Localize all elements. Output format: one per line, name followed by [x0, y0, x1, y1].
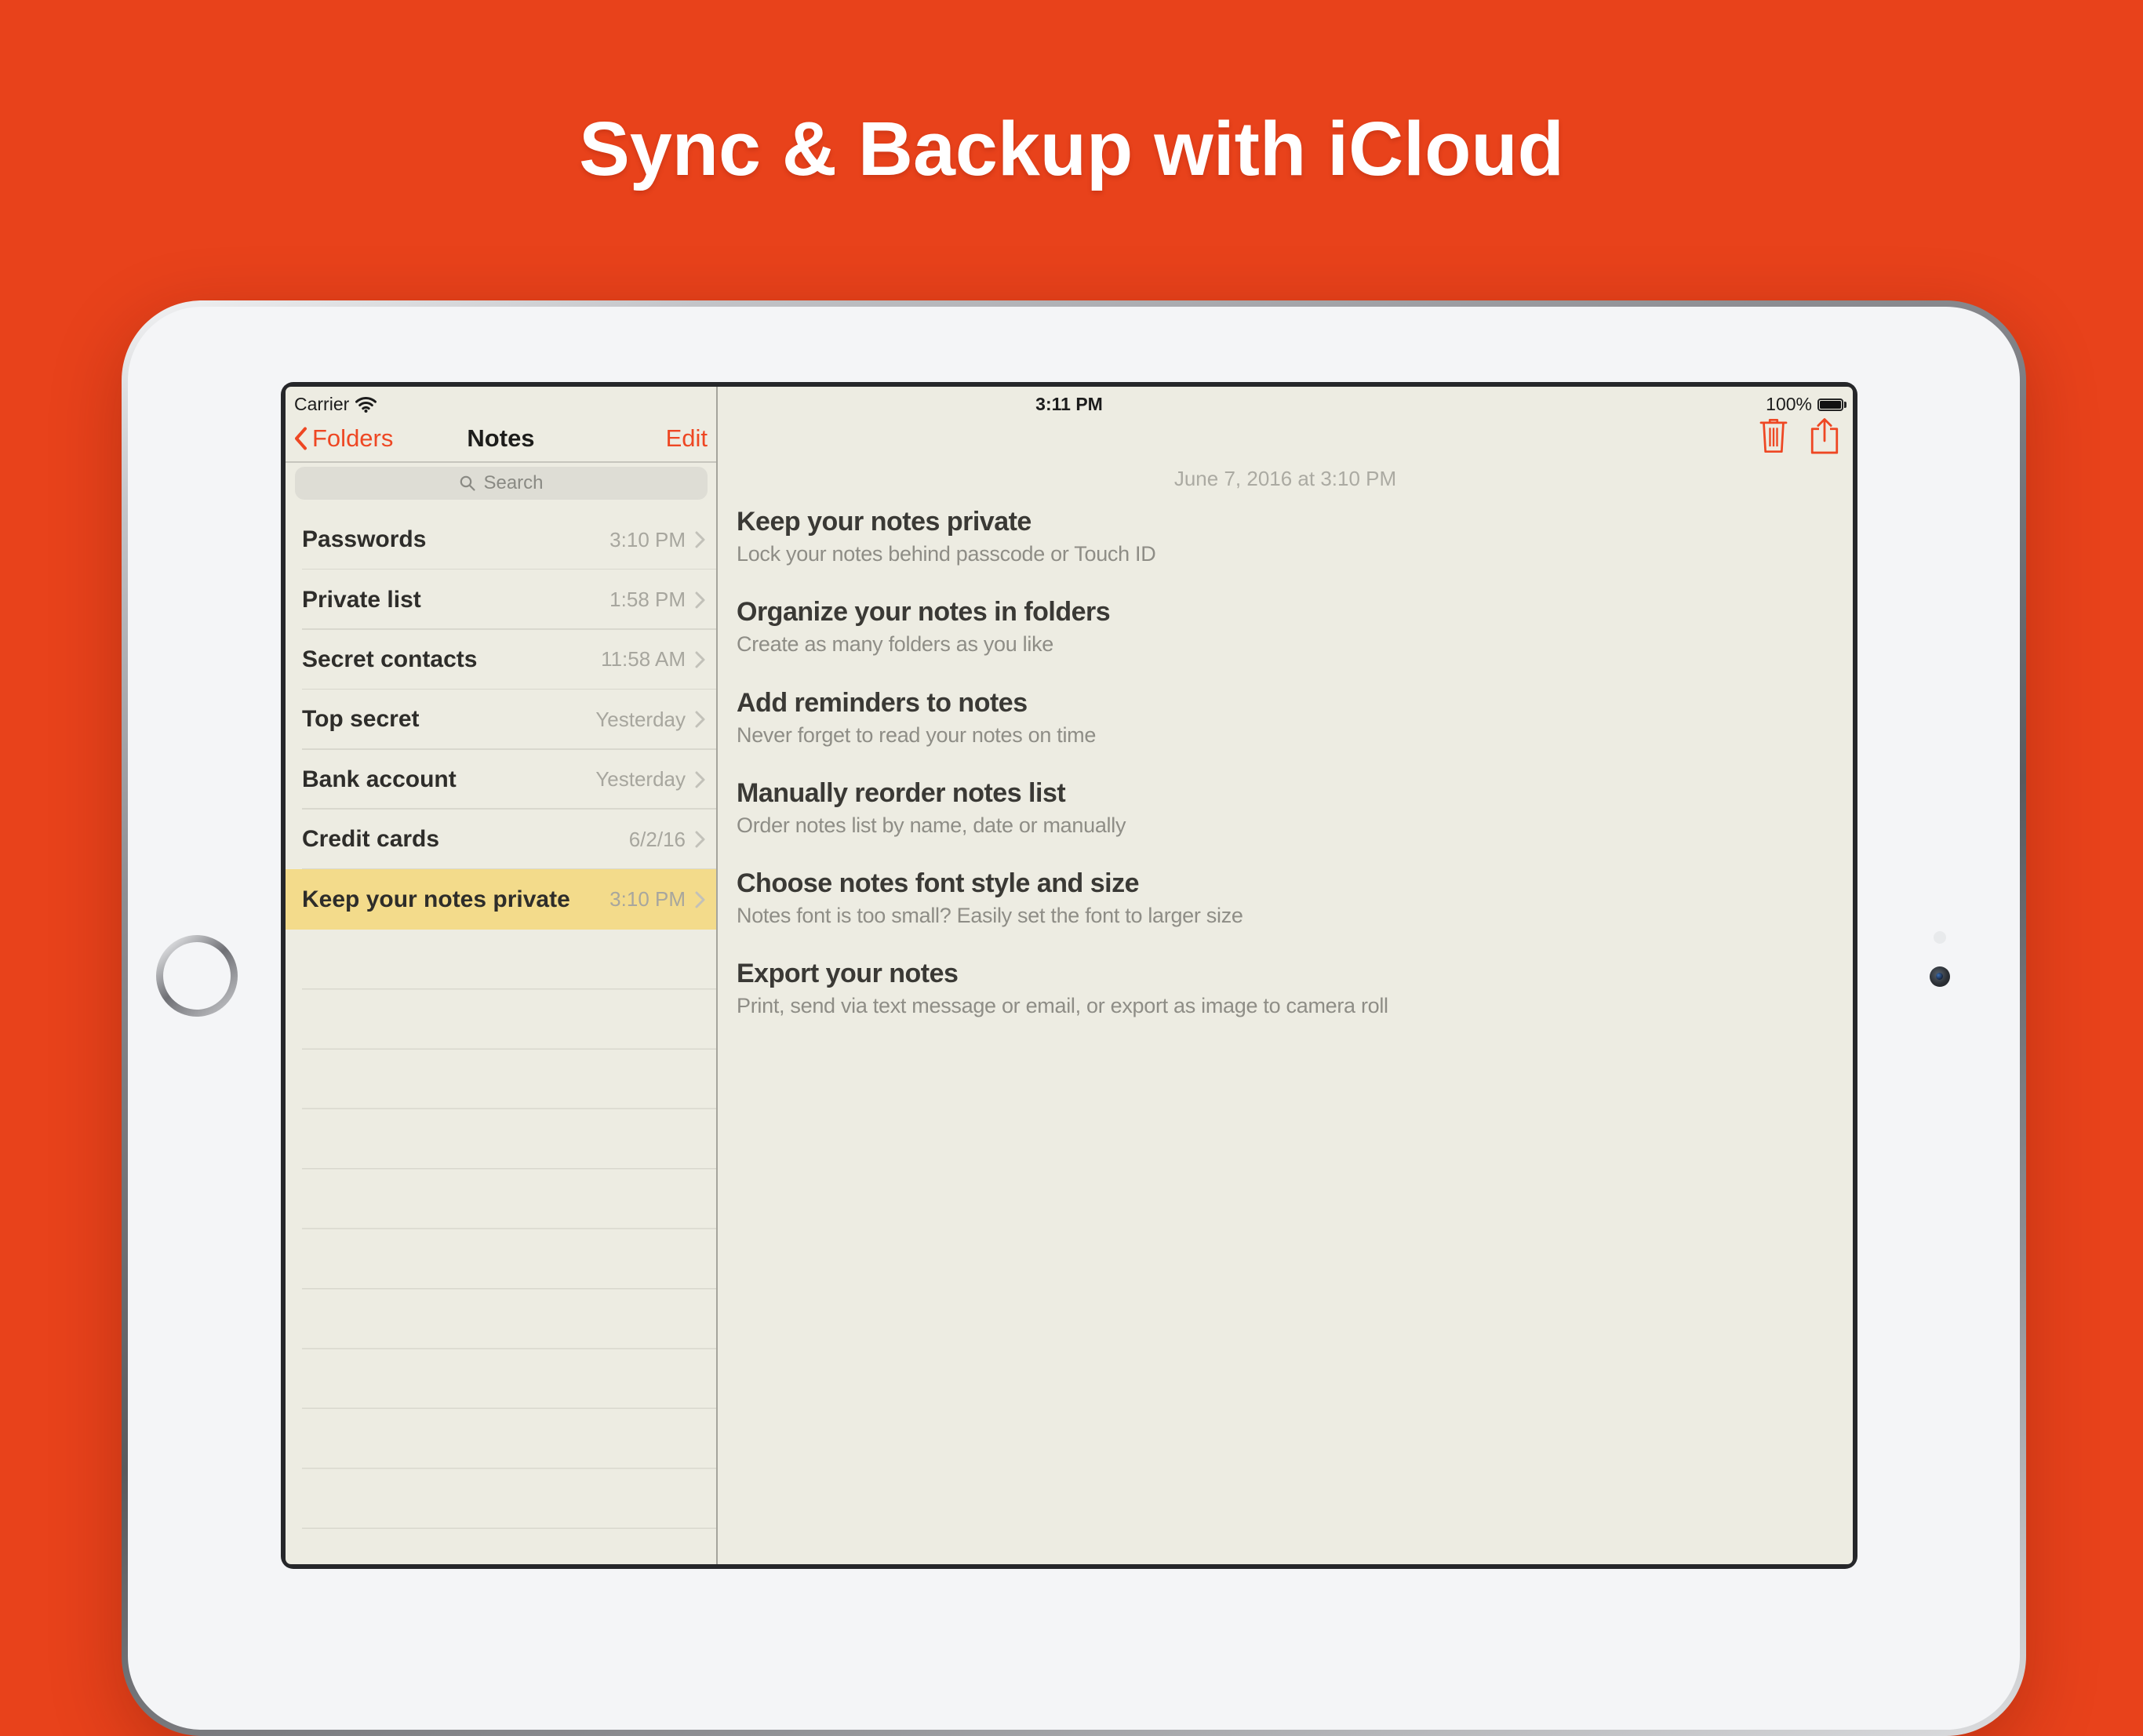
- edit-button[interactable]: Edit: [666, 415, 708, 461]
- note-section: Manually reorder notes list Order notes …: [737, 776, 1829, 866]
- chevron-right-icon: [695, 591, 705, 609]
- note-section-heading: Export your notes: [737, 956, 1829, 991]
- search-input[interactable]: Search: [295, 467, 708, 500]
- note-title: Top secret: [302, 706, 595, 733]
- trash-button[interactable]: [1759, 417, 1788, 454]
- note-date: Yesterday: [595, 767, 686, 792]
- note-date: Yesterday: [595, 708, 686, 732]
- home-button[interactable]: [156, 935, 238, 1017]
- note-date: 3:10 PM: [609, 528, 686, 552]
- share-icon: [1809, 417, 1840, 455]
- front-camera: [1930, 966, 1950, 987]
- chevron-right-icon: [695, 651, 705, 668]
- note-list-item[interactable]: Bank account Yesterday: [286, 750, 716, 810]
- ipad-device: Carrier 3:11 PM 100%: [122, 300, 2026, 1736]
- note-title: Secret contacts: [302, 646, 601, 673]
- trash-icon: [1759, 417, 1788, 454]
- nav-divider: [286, 461, 716, 463]
- note-list-item[interactable]: Private list 1:58 PM: [286, 570, 716, 629]
- note-section: Export your notes Print, send via text m…: [737, 956, 1829, 1046]
- note-list: Passwords 3:10 PM: [286, 510, 716, 930]
- note-body: Keep your notes private Lock your notes …: [737, 504, 1829, 1047]
- chevron-right-icon: [695, 831, 705, 848]
- chevron-right-icon: [695, 771, 705, 788]
- note-list-item[interactable]: Passwords 3:10 PM: [286, 510, 716, 570]
- notes-sidebar: Notes Folders Edit: [286, 387, 716, 1564]
- note-editor[interactable]: June 7, 2016 at 3:10 PM Keep your notes …: [718, 387, 1853, 1564]
- chevron-right-icon: [695, 531, 705, 548]
- note-section-body: Never forget to read your notes on time: [737, 722, 1829, 748]
- note-list-item[interactable]: Credit cards 6/2/16: [286, 810, 716, 869]
- note-title: Bank account: [302, 766, 595, 793]
- app-screen: Carrier 3:11 PM 100%: [286, 387, 1853, 1564]
- chevron-right-icon: [695, 891, 705, 908]
- note-title: Passwords: [302, 526, 609, 553]
- search-placeholder: Search: [483, 472, 543, 494]
- screen-frame: Carrier 3:11 PM 100%: [281, 382, 1857, 1569]
- note-section-heading: Keep your notes private: [737, 504, 1829, 539]
- note-section: Add reminders to notes Never forget to r…: [737, 686, 1829, 776]
- note-section-body: Order notes list by name, date or manual…: [737, 812, 1829, 839]
- note-section-body: Print, send via text message or email, o…: [737, 992, 1829, 1019]
- note-section-heading: Organize your notes in folders: [737, 595, 1829, 629]
- note-section: Organize your notes in folders Create as…: [737, 595, 1829, 685]
- chevron-right-icon: [695, 711, 705, 728]
- editor-toolbar: [1759, 417, 1840, 455]
- note-date: 11:58 AM: [601, 647, 686, 671]
- note-section-heading: Manually reorder notes list: [737, 776, 1829, 810]
- back-button-folders[interactable]: Folders: [293, 415, 393, 461]
- note-section-body: Create as many folders as you like: [737, 631, 1829, 657]
- note-section-heading: Add reminders to notes: [737, 686, 1829, 720]
- search-icon: [459, 475, 476, 492]
- note-list-item[interactable]: Secret contacts 11:58 AM: [286, 630, 716, 690]
- note-title: Keep your notes private: [302, 886, 609, 913]
- back-button-label: Folders: [312, 424, 393, 453]
- note-date: 6/2/16: [629, 828, 686, 852]
- share-button[interactable]: [1809, 417, 1840, 455]
- sidebar-nav-bar: Notes Folders Edit: [286, 415, 716, 461]
- note-date: 1:58 PM: [609, 588, 686, 612]
- note-title: Credit cards: [302, 826, 629, 853]
- banner-title: Sync & Backup with iCloud: [0, 105, 2143, 193]
- note-list-item[interactable]: Top secret Yesterday: [286, 690, 716, 749]
- note-title: Private list: [302, 587, 609, 613]
- note-date: 3:10 PM: [609, 887, 686, 912]
- note-section: Keep your notes private Lock your notes …: [737, 504, 1829, 595]
- note-section-body: Notes font is too small? Easily set the …: [737, 902, 1829, 929]
- note-section: Choose notes font style and size Notes f…: [737, 866, 1829, 956]
- chevron-left-icon: [293, 427, 307, 450]
- note-date-line: June 7, 2016 at 3:10 PM: [718, 467, 1853, 491]
- note-section-body: Lock your notes behind passcode or Touch…: [737, 540, 1829, 567]
- empty-row-separators: [302, 930, 716, 1564]
- note-section-heading: Choose notes font style and size: [737, 866, 1829, 901]
- note-list-item[interactable]: Keep your notes private 3:10 PM: [286, 869, 716, 929]
- ambient-sensor: [1934, 931, 1946, 944]
